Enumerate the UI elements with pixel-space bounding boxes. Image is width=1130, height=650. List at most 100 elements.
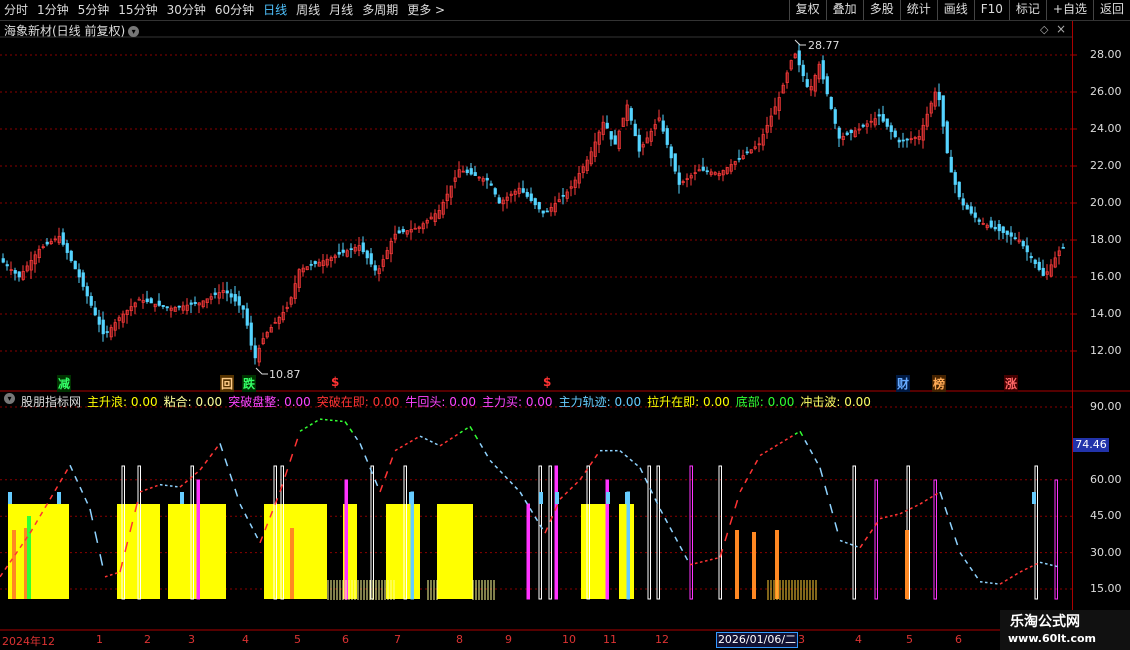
indicator-param: 牛回头: 0.00	[405, 393, 476, 410]
indicator-header: ▾ 股朋指标网 主升浪: 0.00 粘合: 0.00 突破盘整: 0.00 突破在即:…	[4, 393, 871, 410]
indicator-dash	[359, 443, 364, 450]
indicator-dash	[859, 543, 864, 549]
indicator-dash	[459, 430, 463, 434]
time-tick-label: 4	[242, 633, 249, 646]
indicator-dash	[154, 484, 158, 488]
candle-body	[137, 298, 141, 301]
candle-body	[629, 108, 633, 121]
chevron-down-icon[interactable]: ▾	[128, 26, 140, 37]
indicator-dash	[494, 465, 499, 469]
indicator-dash	[789, 435, 793, 438]
low-pointer	[255, 367, 268, 375]
indicator-dash	[1019, 570, 1023, 573]
candle-body	[633, 123, 637, 137]
indicator-param: 主升浪: 0.00	[87, 393, 158, 410]
indicator-dash	[999, 581, 1003, 585]
candle-body	[989, 220, 993, 228]
candle-body	[233, 294, 237, 302]
close-icon[interactable]: ×	[1056, 22, 1066, 36]
indicator-dash	[624, 454, 628, 458]
indicator-dash	[249, 523, 254, 529]
indicator-tick-label: 15.00	[1090, 582, 1122, 595]
diamond-icon[interactable]: ◇	[1040, 23, 1048, 36]
candle-body	[189, 302, 193, 305]
candle-body	[949, 156, 953, 173]
candle-body	[541, 210, 545, 214]
candle-body	[609, 131, 613, 140]
indicator-dash	[509, 480, 514, 485]
signal-bar	[647, 465, 651, 600]
indicator-param: 突破在即: 0.00	[317, 393, 400, 410]
indicator-param-label: 冲击波:	[800, 395, 841, 409]
candle-body	[1013, 237, 1017, 240]
candle-body	[61, 232, 65, 245]
indicator-dash	[199, 466, 204, 471]
candle-body	[17, 271, 21, 278]
candle-body	[677, 172, 681, 185]
indicator-dash	[589, 461, 594, 466]
candle-body	[73, 260, 77, 270]
candle-body	[997, 224, 1001, 232]
orange-bar	[12, 530, 16, 599]
indicator-dash	[1054, 565, 1058, 568]
indicator-dash	[204, 459, 209, 464]
candle-body	[469, 168, 473, 175]
indicator-dash	[354, 435, 359, 441]
indicator-dash	[479, 443, 484, 449]
indicator-dash	[189, 475, 193, 480]
chart-canvas[interactable]: 28.77 10.87	[0, 0, 1130, 650]
indicator-dash	[869, 529, 874, 534]
indicator-dash	[929, 495, 933, 499]
indicator-dash	[69, 464, 74, 472]
price-tick-label: 20.00	[1090, 196, 1122, 209]
indicator-dash	[389, 457, 394, 465]
signal-bar	[538, 465, 542, 600]
indicator-dash	[439, 443, 443, 447]
candle-body	[845, 132, 849, 135]
indicator-dash	[514, 486, 519, 490]
indicator-dash	[294, 438, 299, 447]
price-annotations: 28.77 10.87	[255, 39, 840, 381]
time-tick-label: 3	[188, 633, 195, 646]
indicator-dash	[864, 536, 869, 541]
indicator-dash	[454, 433, 458, 437]
indicator-dash	[919, 501, 923, 505]
candle-body	[1021, 241, 1025, 247]
indicator-dash	[839, 539, 843, 543]
signal-bar	[689, 465, 693, 600]
indicator-dash	[99, 554, 104, 566]
cap-bar	[8, 492, 12, 504]
candle-body	[661, 120, 665, 132]
candle-body	[957, 181, 961, 198]
indicator-dash	[434, 442, 438, 446]
indicator-dash	[634, 462, 638, 467]
indicator-dash	[489, 459, 494, 464]
candle-body	[861, 124, 865, 127]
indicator-dash	[594, 453, 599, 459]
cap-bar	[555, 492, 559, 504]
indicator-dash	[344, 421, 349, 426]
indicator-dash	[314, 420, 318, 423]
candle-body	[337, 251, 341, 255]
time-tick-label: 12	[655, 633, 669, 646]
indicator-dash	[619, 450, 623, 454]
indicator-dash	[529, 508, 534, 513]
indicator-dash	[564, 491, 569, 495]
stock-title-text: 海象新材(日线 前复权)	[4, 24, 126, 38]
candle-body	[177, 305, 181, 308]
indicator-dash	[79, 486, 84, 493]
time-tick-label: 7	[394, 633, 401, 646]
indicator-dash	[894, 513, 898, 516]
indicator-tick-label: 90.00	[1090, 400, 1122, 413]
time-tick-label: 5	[294, 633, 301, 646]
candle-body	[537, 202, 541, 210]
indicator-dash	[394, 448, 398, 452]
indicator-dash	[1004, 578, 1008, 582]
candle-body	[249, 322, 253, 346]
indicator-dash	[679, 545, 684, 552]
chevron-down-icon[interactable]: ▾	[4, 393, 15, 404]
indicator-dash	[1029, 565, 1033, 568]
main-wave-bar	[264, 504, 327, 599]
indicator-dash	[774, 444, 778, 448]
orange-bar	[752, 532, 756, 599]
